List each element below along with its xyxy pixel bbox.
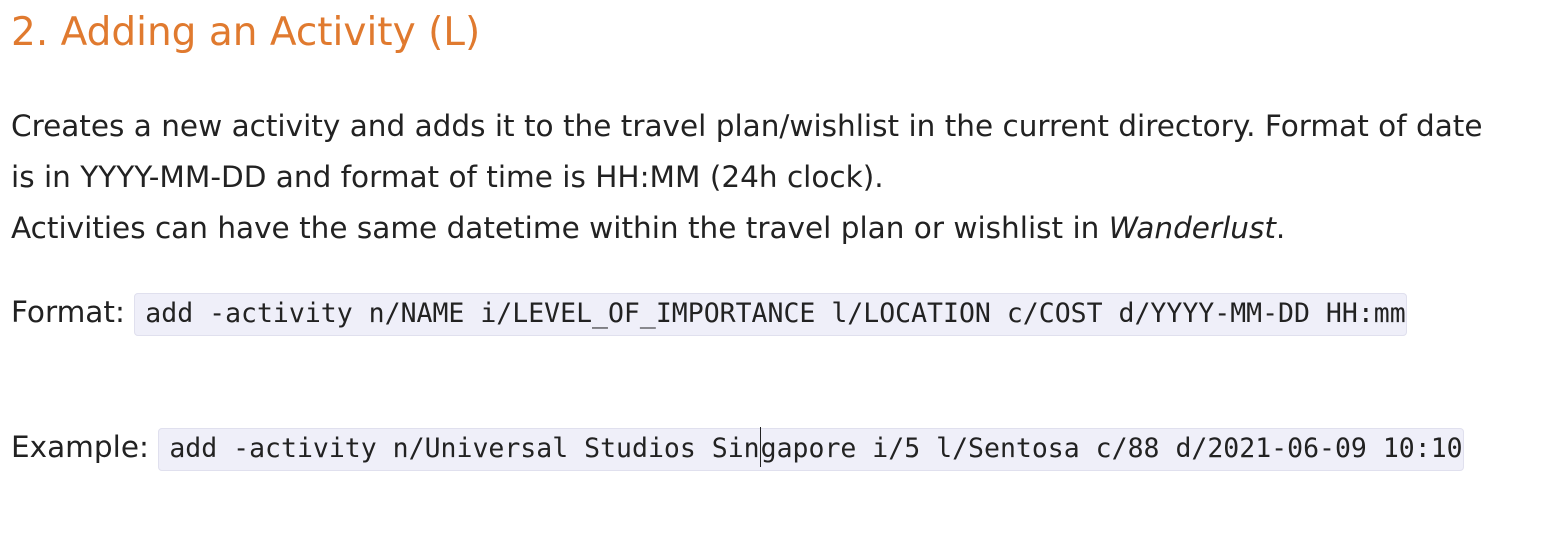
description-line-3-text: Activities can have the same datetime wi… bbox=[11, 211, 1109, 245]
description-line-3-end: . bbox=[1275, 211, 1286, 245]
app-name-emphasis: Wanderlust bbox=[1108, 211, 1276, 245]
format-paragraph: Format: add -activity n/NAME i/LEVEL_OF_… bbox=[11, 286, 1531, 340]
description-line-3: Activities can have the same datetime wi… bbox=[11, 203, 1531, 254]
example-command-part-2: gapore i/5 l/Sentosa c/88 d/2021-06-09 1… bbox=[760, 433, 1463, 464]
description-line-1: Creates a new activity and adds it to th… bbox=[11, 109, 1483, 143]
description-line-2: is in YYYY-MM-DD and format of time is H… bbox=[11, 160, 884, 194]
example-command-part-1: add -activity n/Universal Studios Sin bbox=[169, 433, 760, 464]
example-command-code: add -activity n/Universal Studios Singap… bbox=[158, 427, 1464, 471]
section-heading: 2. Adding an Activity (L) bbox=[11, 10, 481, 55]
example-paragraph: Example: add -activity n/Universal Studi… bbox=[11, 421, 1531, 475]
format-command-code: add -activity n/NAME i/LEVEL_OF_IMPORTAN… bbox=[134, 293, 1407, 336]
description-paragraph: Creates a new activity and adds it to th… bbox=[11, 101, 1531, 254]
example-label: Example: bbox=[11, 430, 149, 464]
format-label: Format: bbox=[11, 295, 125, 329]
